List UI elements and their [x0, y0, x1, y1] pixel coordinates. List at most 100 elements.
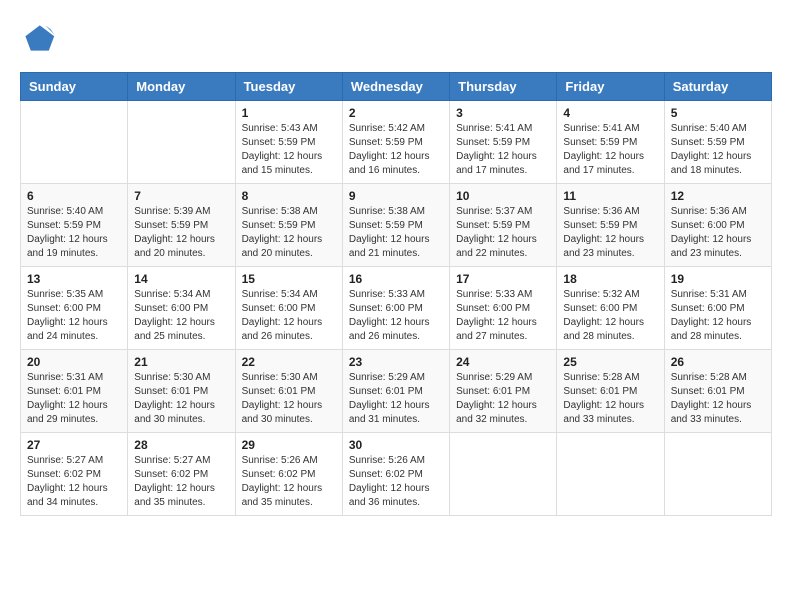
calendar-cell: 20 Sunrise: 5:31 AMSunset: 6:01 PMDayligh…	[21, 350, 128, 433]
day-info: Sunrise: 5:36 AMSunset: 5:59 PMDaylight:…	[563, 205, 657, 261]
day-info: Sunrise: 5:28 AMSunset: 6:01 PMDaylight:…	[563, 371, 657, 427]
calendar-week-row: 13 Sunrise: 5:35 AMSunset: 6:00 PMDayligh…	[21, 267, 772, 350]
calendar-cell: 17 Sunrise: 5:33 AMSunset: 6:00 PMDayligh…	[450, 267, 557, 350]
day-number: 2	[349, 106, 443, 120]
day-number: 9	[349, 189, 443, 203]
logo-icon	[20, 20, 56, 56]
day-number: 11	[563, 189, 657, 203]
day-info: Sunrise: 5:39 AMSunset: 5:59 PMDaylight:…	[134, 205, 228, 261]
calendar-cell: 23 Sunrise: 5:29 AMSunset: 6:01 PMDayligh…	[342, 350, 449, 433]
calendar-cell: 29 Sunrise: 5:26 AMSunset: 6:02 PMDayligh…	[235, 433, 342, 516]
day-number: 24	[456, 355, 550, 369]
day-info: Sunrise: 5:40 AMSunset: 5:59 PMDaylight:…	[27, 205, 121, 261]
calendar-cell: 14 Sunrise: 5:34 AMSunset: 6:00 PMDayligh…	[128, 267, 235, 350]
weekday-header-thursday: Thursday	[450, 73, 557, 101]
day-info: Sunrise: 5:27 AMSunset: 6:02 PMDaylight:…	[27, 454, 121, 510]
calendar-body: 1Sunrise: 5:43 AMSunset: 5:59 PMDaylight…	[21, 101, 772, 516]
calendar-cell	[128, 101, 235, 184]
calendar-cell: 19 Sunrise: 5:31 AMSunset: 6:00 PMDayligh…	[664, 267, 771, 350]
day-number: 5	[671, 106, 765, 120]
day-number: 29	[242, 438, 336, 452]
day-info: Sunrise: 5:31 AMSunset: 6:00 PMDaylight:…	[671, 288, 765, 344]
calendar-header: SundayMondayTuesdayWednesdayThursdayFrid…	[21, 73, 772, 101]
weekday-header-row: SundayMondayTuesdayWednesdayThursdayFrid…	[21, 73, 772, 101]
calendar-cell	[21, 101, 128, 184]
day-info: Sunrise: 5:29 AMSunset: 6:01 PMDaylight:…	[349, 371, 443, 427]
calendar-cell: 11 Sunrise: 5:36 AMSunset: 5:59 PMDayligh…	[557, 184, 664, 267]
day-info: Sunrise: 5:32 AMSunset: 6:00 PMDaylight:…	[563, 288, 657, 344]
calendar-cell	[664, 433, 771, 516]
calendar-cell: 7 Sunrise: 5:39 AMSunset: 5:59 PMDaylight…	[128, 184, 235, 267]
calendar-week-row: 27 Sunrise: 5:27 AMSunset: 6:02 PMDayligh…	[21, 433, 772, 516]
day-info: Sunrise: 5:31 AMSunset: 6:01 PMDaylight:…	[27, 371, 121, 427]
calendar-cell: 10 Sunrise: 5:37 AMSunset: 5:59 PMDayligh…	[450, 184, 557, 267]
day-info: Sunrise: 5:30 AMSunset: 6:01 PMDaylight:…	[134, 371, 228, 427]
day-number: 6	[27, 189, 121, 203]
day-info: Sunrise: 5:38 AMSunset: 5:59 PMDaylight:…	[242, 205, 336, 261]
day-info: Sunrise: 5:27 AMSunset: 6:02 PMDaylight:…	[134, 454, 228, 510]
calendar-cell: 12 Sunrise: 5:36 AMSunset: 6:00 PMDayligh…	[664, 184, 771, 267]
weekday-header-tuesday: Tuesday	[235, 73, 342, 101]
calendar-cell: 2 Sunrise: 5:42 AMSunset: 5:59 PMDaylight…	[342, 101, 449, 184]
calendar-cell: 15Sunrise: 5:34 AMSunset: 6:00 PMDayligh…	[235, 267, 342, 350]
day-info: Sunrise: 5:29 AMSunset: 6:01 PMDaylight:…	[456, 371, 550, 427]
calendar-cell: 13 Sunrise: 5:35 AMSunset: 6:00 PMDayligh…	[21, 267, 128, 350]
day-info: Sunrise: 5:35 AMSunset: 6:00 PMDaylight:…	[27, 288, 121, 344]
day-number: 28	[134, 438, 228, 452]
day-number: 12	[671, 189, 765, 203]
day-info: Sunrise: 5:34 AMSunset: 6:00 PMDaylight:…	[134, 288, 228, 344]
day-number: 18	[563, 272, 657, 286]
day-number: 30	[349, 438, 443, 452]
day-info: Sunrise: 5:30 AMSunset: 6:01 PMDaylight:…	[242, 371, 336, 427]
calendar-cell: 24 Sunrise: 5:29 AMSunset: 6:01 PMDayligh…	[450, 350, 557, 433]
calendar-cell: 26Sunrise: 5:28 AMSunset: 6:01 PMDayligh…	[664, 350, 771, 433]
day-info: Sunrise: 5:42 AMSunset: 5:59 PMDaylight:…	[349, 122, 443, 178]
day-info: Sunrise: 5:26 AMSunset: 6:02 PMDaylight:…	[242, 454, 336, 510]
weekday-header-wednesday: Wednesday	[342, 73, 449, 101]
day-number: 4	[563, 106, 657, 120]
day-number: 13	[27, 272, 121, 286]
calendar-cell: 27 Sunrise: 5:27 AMSunset: 6:02 PMDayligh…	[21, 433, 128, 516]
day-number: 27	[27, 438, 121, 452]
day-info: Sunrise: 5:41 AMSunset: 5:59 PMDaylight:…	[456, 122, 550, 178]
day-number: 16	[349, 272, 443, 286]
calendar-cell: 5 Sunrise: 5:40 AMSunset: 5:59 PMDaylight…	[664, 101, 771, 184]
day-info: Sunrise: 5:26 AMSunset: 6:02 PMDaylight:…	[349, 454, 443, 510]
logo	[20, 20, 62, 56]
calendar-cell: 25 Sunrise: 5:28 AMSunset: 6:01 PMDayligh…	[557, 350, 664, 433]
calendar-cell: 9 Sunrise: 5:38 AMSunset: 5:59 PMDaylight…	[342, 184, 449, 267]
calendar-week-row: 1Sunrise: 5:43 AMSunset: 5:59 PMDaylight…	[21, 101, 772, 184]
weekday-header-friday: Friday	[557, 73, 664, 101]
day-number: 23	[349, 355, 443, 369]
day-info: Sunrise: 5:43 AMSunset: 5:59 PMDaylight:…	[242, 122, 336, 178]
calendar-cell: 6 Sunrise: 5:40 AMSunset: 5:59 PMDaylight…	[21, 184, 128, 267]
day-number: 10	[456, 189, 550, 203]
day-number: 20	[27, 355, 121, 369]
day-info: Sunrise: 5:40 AMSunset: 5:59 PMDaylight:…	[671, 122, 765, 178]
day-number: 17	[456, 272, 550, 286]
day-info: Sunrise: 5:38 AMSunset: 5:59 PMDaylight:…	[349, 205, 443, 261]
day-info: Sunrise: 5:33 AMSunset: 6:00 PMDaylight:…	[456, 288, 550, 344]
calendar-cell: 18 Sunrise: 5:32 AMSunset: 6:00 PMDayligh…	[557, 267, 664, 350]
day-number: 19	[671, 272, 765, 286]
day-number: 14	[134, 272, 228, 286]
day-info: Sunrise: 5:34 AMSunset: 6:00 PMDaylight:…	[242, 288, 336, 344]
day-number: 21	[134, 355, 228, 369]
calendar-cell: 30 Sunrise: 5:26 AMSunset: 6:02 PMDayligh…	[342, 433, 449, 516]
weekday-header-saturday: Saturday	[664, 73, 771, 101]
calendar-cell: 8 Sunrise: 5:38 AMSunset: 5:59 PMDaylight…	[235, 184, 342, 267]
day-info: Sunrise: 5:37 AMSunset: 5:59 PMDaylight:…	[456, 205, 550, 261]
day-number: 8	[242, 189, 336, 203]
day-info: Sunrise: 5:28 AMSunset: 6:01 PMDaylight:…	[671, 371, 765, 427]
calendar-cell: 1Sunrise: 5:43 AMSunset: 5:59 PMDaylight…	[235, 101, 342, 184]
calendar-cell: 21 Sunrise: 5:30 AMSunset: 6:01 PMDayligh…	[128, 350, 235, 433]
day-info: Sunrise: 5:36 AMSunset: 6:00 PMDaylight:…	[671, 205, 765, 261]
page-header	[20, 20, 772, 56]
calendar-cell	[450, 433, 557, 516]
weekday-header-sunday: Sunday	[21, 73, 128, 101]
calendar-cell: 22Sunrise: 5:30 AMSunset: 6:01 PMDayligh…	[235, 350, 342, 433]
calendar-cell: 16Sunrise: 5:33 AMSunset: 6:00 PMDayligh…	[342, 267, 449, 350]
day-number: 25	[563, 355, 657, 369]
day-number: 7	[134, 189, 228, 203]
calendar-cell	[557, 433, 664, 516]
